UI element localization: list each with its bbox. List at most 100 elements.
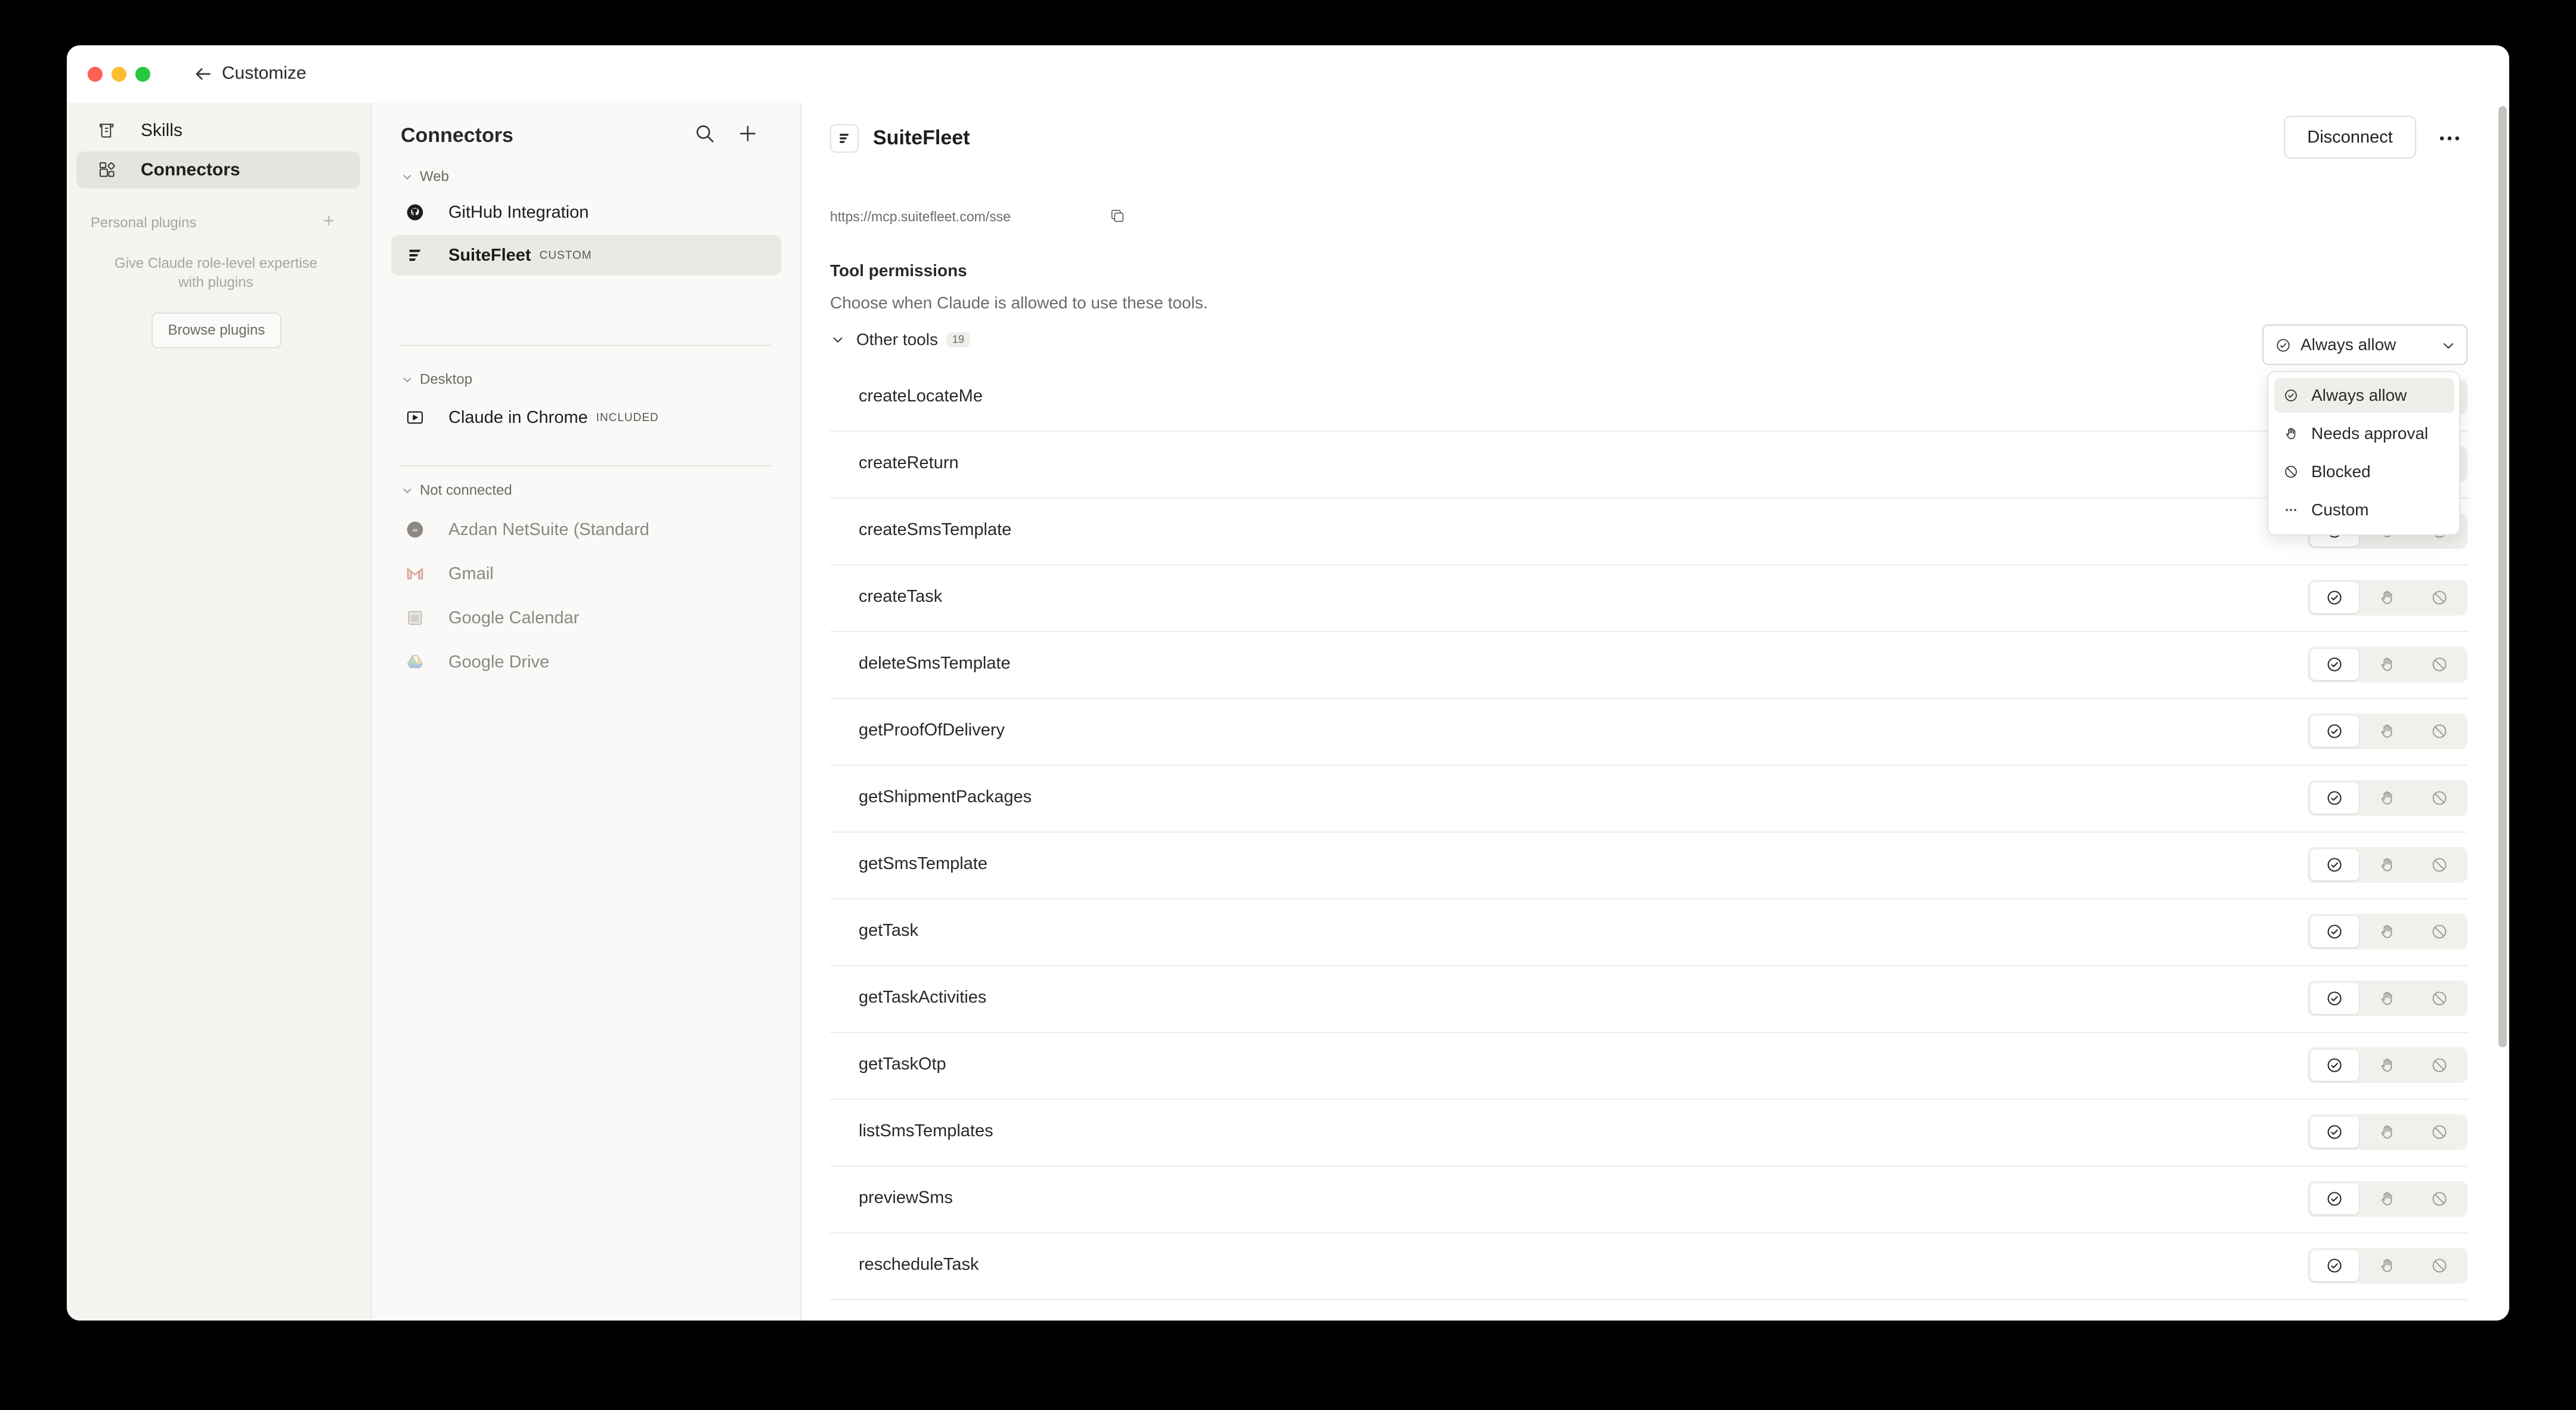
group-web-header[interactable]: Web (401, 168, 449, 185)
dropdown-option-label: Needs approval (2311, 424, 2429, 443)
sidebar-item-skills[interactable]: Skills (76, 112, 360, 149)
approval-option-button[interactable] (2363, 1183, 2411, 1214)
block-option-button[interactable] (2415, 916, 2464, 947)
tool-name: previewSms (859, 1188, 953, 1207)
left-sidebar: Skills Connectors Personal plugins + Giv… (67, 103, 372, 1321)
more-options-icon[interactable] (2436, 125, 2463, 151)
approval-option-button[interactable] (2363, 1050, 2411, 1081)
google-drive-icon (407, 655, 423, 669)
tool-name: getTaskOtp (859, 1055, 946, 1074)
approval-option-button[interactable] (2363, 582, 2411, 613)
dropdown-option-custom[interactable]: Custom (2274, 493, 2454, 527)
approval-option-button[interactable] (2363, 783, 2411, 814)
tool-row: createLocateMe (830, 365, 2467, 432)
approval-option-button[interactable] (2363, 983, 2411, 1014)
tool-permission-toggle (2308, 780, 2467, 816)
connector-item-google-drive[interactable]: Google Drive (391, 642, 781, 682)
tool-row: getTaskOtp (830, 1033, 2467, 1100)
allow-option-button[interactable] (2310, 1050, 2359, 1081)
allow-option-button[interactable] (2310, 849, 2359, 880)
dropdown-option-label: Custom (2311, 500, 2369, 519)
block-option-button[interactable] (2415, 1250, 2464, 1281)
zoom-window-button[interactable] (135, 67, 150, 82)
close-window-button[interactable] (88, 67, 103, 82)
ellipsis-icon (2286, 509, 2296, 511)
svg-text:∞: ∞ (413, 526, 418, 534)
tool-row: getTaskActivities (830, 966, 2467, 1033)
dropdown-option-always-allow[interactable]: Always allow (2274, 378, 2454, 413)
allow-option-button[interactable] (2310, 1183, 2359, 1214)
app-window: Customize Skills Connectors Personal plu… (67, 45, 2509, 1321)
suitefleet-icon (409, 249, 421, 261)
connector-url: https://mcp.suitefleet.com/sse (830, 209, 1011, 224)
connector-label: Google Drive (448, 653, 550, 672)
add-plugin-icon[interactable]: + (323, 210, 335, 232)
tool-row: getSmsTemplate (830, 833, 2467, 899)
check-circle-icon (2277, 339, 2290, 352)
tool-row: getTask (830, 899, 2467, 966)
tool-row: createSmsTemplate (830, 499, 2467, 565)
block-option-button[interactable] (2415, 1183, 2464, 1214)
block-option-button[interactable] (2415, 783, 2464, 814)
browse-plugins-button[interactable]: Browse plugins (151, 313, 281, 348)
minimize-window-button[interactable] (112, 67, 126, 82)
allow-option-button[interactable] (2310, 983, 2359, 1014)
tool-row: createTask (830, 565, 2467, 632)
included-badge: INCLUDED (596, 412, 659, 424)
approval-option-button[interactable] (2363, 916, 2411, 947)
allow-option-button[interactable] (2310, 1117, 2359, 1148)
sidebar-item-label: Connectors (141, 160, 240, 180)
divider (401, 465, 772, 466)
sidebar-item-connectors[interactable]: Connectors (76, 151, 360, 188)
permission-dropdown-menu: Always allow Needs approval Blocked Cust… (2267, 371, 2460, 536)
search-icon[interactable] (693, 122, 717, 146)
disconnect-button[interactable]: Disconnect (2284, 116, 2416, 159)
group-desktop-header[interactable]: Desktop (401, 371, 472, 388)
group-not-connected-header[interactable]: Not connected (401, 482, 512, 499)
block-option-button[interactable] (2415, 649, 2464, 680)
approval-option-button[interactable] (2363, 849, 2411, 880)
block-option-button[interactable] (2415, 1050, 2464, 1081)
connector-item-gmail[interactable]: Gmail (391, 554, 781, 594)
tool-name: createSmsTemplate (859, 520, 1012, 539)
block-option-button[interactable] (2415, 849, 2464, 880)
tool-permission-toggle (2308, 713, 2467, 749)
allow-option-button[interactable] (2310, 582, 2359, 613)
approval-option-button[interactable] (2363, 716, 2411, 747)
dropdown-option-needs-approval[interactable]: Needs approval (2274, 416, 2454, 451)
tool-row: listSmsTemplates (830, 1100, 2467, 1167)
allow-option-button[interactable] (2310, 649, 2359, 680)
connectors-icon (100, 162, 115, 177)
connector-item-claude-in-chrome[interactable]: Claude in Chrome INCLUDED (391, 397, 781, 438)
other-tools-toggle[interactable]: Other tools 19 (830, 329, 970, 350)
approval-option-button[interactable] (2363, 1250, 2411, 1281)
block-option-button[interactable] (2415, 716, 2464, 747)
approval-option-button[interactable] (2363, 649, 2411, 680)
custom-badge: CUSTOM (539, 249, 592, 262)
dropdown-option-blocked[interactable]: Blocked (2274, 454, 2454, 489)
allow-option-button[interactable] (2310, 783, 2359, 814)
connector-item-netsuite[interactable]: ∞ Azdan NetSuite (Standard (391, 509, 781, 550)
connector-item-google-calendar[interactable]: Google Calendar (391, 598, 781, 638)
block-option-button[interactable] (2415, 582, 2464, 613)
chevron-down-icon (833, 337, 843, 342)
tool-permission-toggle (2308, 981, 2467, 1016)
chevron-down-icon (403, 175, 411, 180)
back-arrow-icon[interactable] (191, 62, 215, 86)
block-option-button[interactable] (2415, 1117, 2464, 1148)
scrollbar[interactable] (2498, 106, 2507, 1047)
permission-select[interactable]: Always allow (2262, 324, 2467, 365)
copy-icon[interactable] (1109, 208, 1126, 224)
tool-count-badge: 19 (946, 332, 970, 348)
connector-item-suitefleet[interactable]: SuiteFleet CUSTOM (391, 235, 781, 276)
approval-option-button[interactable] (2363, 1117, 2411, 1148)
add-connector-icon[interactable] (736, 122, 760, 146)
allow-option-button[interactable] (2310, 916, 2359, 947)
tool-permission-toggle (2308, 647, 2467, 682)
check-circle-icon (2285, 389, 2297, 401)
window-title: Customize (222, 63, 306, 83)
block-option-button[interactable] (2415, 983, 2464, 1014)
allow-option-button[interactable] (2310, 716, 2359, 747)
allow-option-button[interactable] (2310, 1250, 2359, 1281)
connector-item-github[interactable]: GitHub Integration (391, 192, 781, 233)
